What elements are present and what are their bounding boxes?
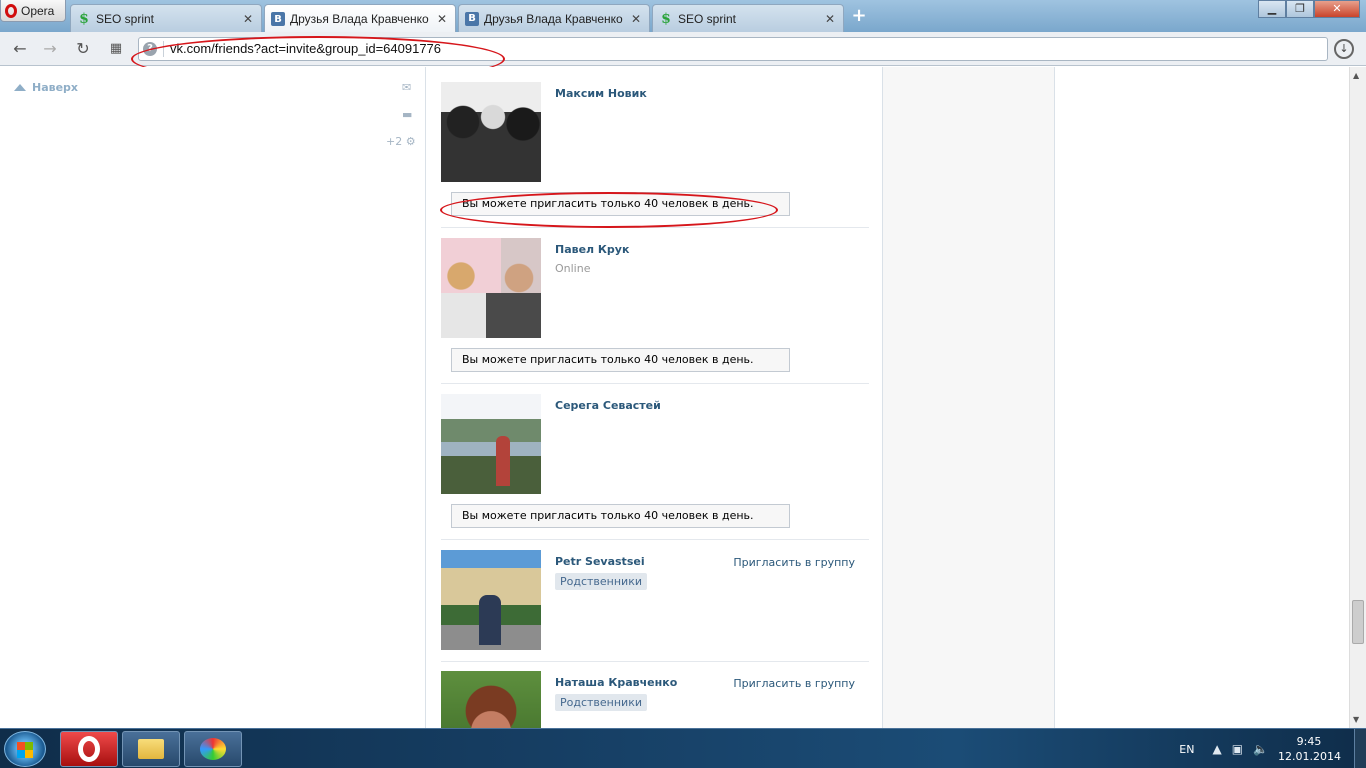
friend-avatar[interactable] — [441, 671, 541, 728]
tab-title: Друзья Влада Кравченко — [290, 12, 429, 26]
invite-to-group-link[interactable]: Пригласить в группу — [733, 556, 855, 569]
page-scrollbar[interactable]: ▲ ▼ — [1349, 67, 1366, 728]
system-tray: EN ▲ ▣ 🔈 9:45 12.01.2014 — [1179, 729, 1366, 768]
close-icon[interactable]: ✕ — [823, 12, 837, 26]
friend-name-link[interactable]: Наташа Кравченко — [555, 676, 677, 689]
online-status: Online — [555, 262, 591, 275]
tab-title: SEO sprint — [96, 11, 155, 26]
network-icon[interactable]: ▣ — [1232, 742, 1243, 756]
friend-avatar[interactable] — [441, 394, 541, 494]
window-close-button[interactable]: ✕ — [1314, 0, 1360, 18]
start-button[interactable] — [4, 731, 46, 767]
comments-bubble-icon[interactable]: ▬ — [402, 108, 412, 121]
seo-sprint-favicon-icon: $ — [661, 10, 671, 27]
scroll-to-top-button[interactable]: Наверх — [14, 81, 78, 94]
taskbar-opera[interactable] — [60, 731, 118, 767]
notifications-indicator[interactable]: +2 ⚙ — [386, 135, 416, 148]
friend-avatar[interactable] — [441, 82, 541, 182]
browser-toolbar: ← → ↻ ▦ ? vk.com/friends?act=invite&grou… — [0, 32, 1366, 66]
show-hidden-icons-arrow-icon[interactable]: ▲ — [1212, 742, 1221, 756]
relatives-tag[interactable]: Родственники — [555, 694, 648, 711]
reload-button[interactable]: ↻ — [73, 39, 93, 59]
language-indicator[interactable]: EN — [1179, 743, 1194, 756]
left-bar: Наверх — [14, 81, 78, 94]
volume-icon[interactable]: 🔈 — [1253, 742, 1268, 756]
friend-name-link[interactable]: Максим Новик — [555, 87, 647, 100]
vk-page: Наверх ✉ ▬ +2 ⚙ Максим Новик Вы можете п… — [0, 67, 1366, 728]
right-column — [883, 67, 1055, 728]
scroll-up-arrow-icon[interactable]: ▲ — [1353, 71, 1359, 80]
address-bar[interactable]: ? vk.com/friends?act=invite&group_id=640… — [138, 37, 1328, 61]
relatives-tag[interactable]: Родственники — [555, 573, 648, 590]
browser-tab-bar: Opera $ SEO sprint ✕ B Друзья Влада Крав… — [0, 0, 1366, 33]
vk-favicon-icon: B — [465, 11, 479, 26]
tab-friends-vlad-1[interactable]: B Друзья Влада Кравченко ✕ — [264, 4, 456, 33]
site-info-icon[interactable]: ? — [143, 42, 157, 56]
close-icon[interactable]: ✕ — [241, 12, 255, 26]
friend-row: Павел Крук Online Вы можете пригласить т… — [441, 238, 869, 384]
friend-row: Максим Новик Вы можете пригласить только… — [441, 82, 869, 228]
folder-icon — [138, 739, 164, 759]
friends-invite-list: Максим Новик Вы можете пригласить только… — [425, 67, 883, 728]
forward-button[interactable]: → — [40, 39, 60, 59]
address-separator — [163, 41, 164, 57]
maximize-button[interactable]: ❐ — [1286, 0, 1314, 18]
tab-seo-sprint-2[interactable]: $ SEO sprint ✕ — [652, 4, 844, 32]
opera-logo-icon — [78, 736, 100, 762]
opera-menu-button[interactable]: Opera — [0, 0, 66, 22]
notification-count: +2 — [386, 135, 403, 148]
friend-row: Наташа Кравченко Родственники Пригласить… — [441, 671, 869, 728]
seo-sprint-favicon-icon: $ — [79, 10, 89, 27]
invite-to-group-link[interactable]: Пригласить в группу — [733, 677, 855, 690]
opera-menu-label: Opera — [21, 3, 55, 18]
minimize-button[interactable]: ▁ — [1258, 0, 1286, 18]
friend-name-link[interactable]: Серега Севастей — [555, 399, 661, 412]
windows-taskbar: EN ▲ ▣ 🔈 9:45 12.01.2014 — [0, 728, 1366, 768]
close-icon[interactable]: ✕ — [435, 12, 449, 26]
windows-logo-icon — [17, 742, 33, 758]
messages-envelope-icon[interactable]: ✉ — [402, 81, 411, 94]
gear-icon: ⚙ — [405, 135, 416, 148]
window-controls: ▁ ❐ ✕ — [1258, 0, 1360, 18]
arrow-up-icon — [14, 84, 26, 91]
tab-title: SEO sprint — [678, 11, 737, 26]
friend-row: Серега Севастей Вы можете пригласить тол… — [441, 394, 869, 540]
scrollbar-thumb[interactable] — [1352, 600, 1364, 644]
new-tab-button[interactable]: + — [850, 7, 868, 25]
paint-palette-icon — [200, 738, 226, 760]
friend-name-link[interactable]: Павел Крук — [555, 243, 629, 256]
scroll-down-arrow-icon[interactable]: ▼ — [1353, 715, 1359, 724]
back-button[interactable]: ← — [10, 39, 30, 59]
clock-date: 12.01.2014 — [1278, 750, 1341, 763]
taskbar-explorer[interactable] — [122, 731, 180, 767]
show-desktop-button[interactable] — [1354, 729, 1366, 768]
clock[interactable]: 9:45 12.01.2014 — [1278, 734, 1341, 764]
invite-limit-notice: Вы можете пригласить только 40 человек в… — [451, 192, 790, 216]
clock-time: 9:45 — [1296, 735, 1322, 748]
tab-friends-vlad-2[interactable]: B Друзья Влада Кравченко ✕ — [458, 4, 650, 32]
friend-avatar[interactable] — [441, 550, 541, 650]
friend-row: Petr Sevastsei Родственники Пригласить в… — [441, 550, 869, 662]
address-url-text[interactable]: vk.com/friends?act=invite&group_id=64091… — [170, 41, 441, 56]
friend-name-link[interactable]: Petr Sevastsei — [555, 555, 645, 568]
tab-seo-sprint-1[interactable]: $ SEO sprint ✕ — [70, 4, 262, 32]
friend-avatar[interactable] — [441, 238, 541, 338]
scroll-to-top-label: Наверх — [32, 81, 79, 94]
invite-limit-notice: Вы можете пригласить только 40 человек в… — [451, 504, 790, 528]
speed-dial-grid-icon[interactable]: ▦ — [106, 39, 126, 59]
download-icon[interactable]: ↓ — [1334, 39, 1354, 59]
vk-favicon-icon: B — [271, 12, 285, 26]
opera-logo-icon — [5, 3, 17, 18]
invite-limit-notice: Вы можете пригласить только 40 человек в… — [451, 348, 790, 372]
close-icon[interactable]: ✕ — [629, 12, 643, 26]
taskbar-paint[interactable] — [184, 731, 242, 767]
tab-title: Друзья Влада Кравченко — [484, 11, 623, 26]
